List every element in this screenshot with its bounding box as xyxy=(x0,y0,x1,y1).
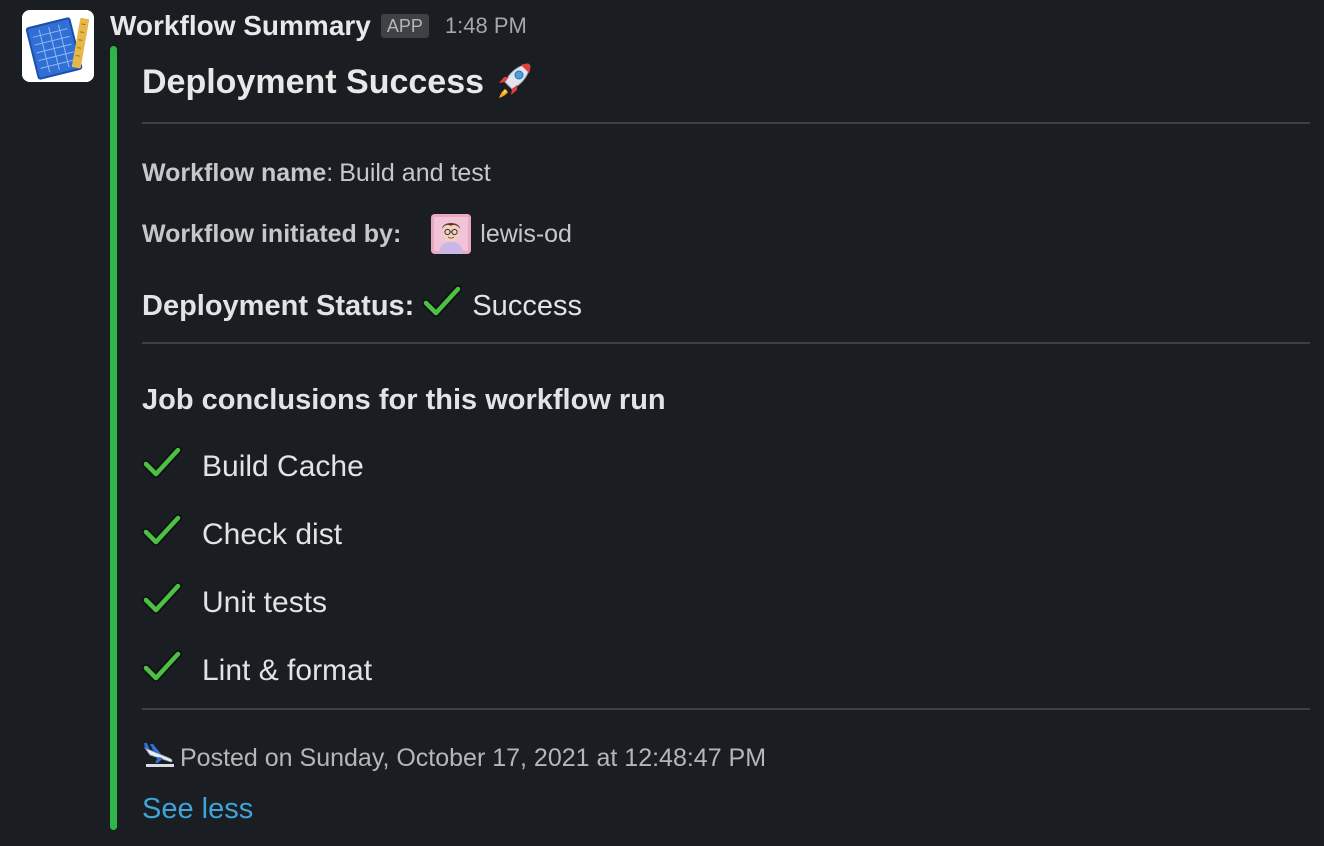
job-name: Unit tests xyxy=(202,586,328,619)
see-less-link[interactable]: See less xyxy=(142,791,253,827)
footer-text: Posted on Sunday, October 17, 2021 at 12… xyxy=(180,743,767,772)
attachment-accent-bar xyxy=(110,46,117,830)
job-name: Lint & format xyxy=(202,654,373,687)
check-mark-icon xyxy=(142,649,186,693)
check-mark-icon xyxy=(142,581,186,625)
deployment-status-field: Deployment Status : Success xyxy=(142,284,582,328)
message-header: Workflow Summary APP 1:48 PM xyxy=(110,8,527,44)
message: Workflow Summary APP 1:48 PM Deployment … xyxy=(0,0,1324,846)
job-item: Unit tests xyxy=(142,581,328,625)
check-mark-icon xyxy=(422,284,463,328)
workflow-name-separator: : xyxy=(326,158,334,187)
attachment-title: Deployment Success xyxy=(142,62,485,101)
divider-middle xyxy=(142,342,1310,344)
divider-bottom xyxy=(142,708,1310,710)
initiated-by-field: Workflow initiated by: lewis-od xyxy=(142,213,572,255)
airplane-icon xyxy=(142,740,176,777)
workflow-name-field: Workflow name : Build and test xyxy=(142,157,491,189)
user-avatar-icon[interactable] xyxy=(431,214,472,254)
job-item: Build Cache xyxy=(142,445,364,489)
check-mark-icon xyxy=(142,445,186,489)
message-timestamp[interactable]: 1:48 PM xyxy=(445,13,527,39)
divider-top xyxy=(142,122,1310,124)
sender-name[interactable]: Workflow Summary xyxy=(110,10,371,42)
job-item: Check dist xyxy=(142,513,343,557)
initiated-by-label: Workflow initiated by: xyxy=(142,219,402,248)
job-name: Check dist xyxy=(202,518,343,551)
job-name: Build Cache xyxy=(202,450,364,483)
deployment-status-label: Deployment Status xyxy=(142,289,405,322)
attachment-title-row: Deployment Success xyxy=(142,60,536,104)
initiated-by-user[interactable]: lewis-od xyxy=(480,220,572,249)
workflow-name-value: Build and test xyxy=(339,158,491,187)
deployment-status-separator: : xyxy=(404,289,415,322)
attachment-footer: Posted on Sunday, October 17, 2021 at 12… xyxy=(142,742,766,774)
job-item: Lint & format xyxy=(142,649,373,693)
rocket-icon xyxy=(492,58,536,107)
workflow-name-label: Workflow name xyxy=(142,158,327,187)
app-badge: APP xyxy=(380,14,429,38)
deployment-status-value: Success xyxy=(472,289,582,322)
check-mark-icon xyxy=(142,513,186,557)
blueprint-ruler-icon[interactable] xyxy=(22,10,94,82)
jobs-section-title: Job conclusions for this workflow run xyxy=(142,383,666,416)
